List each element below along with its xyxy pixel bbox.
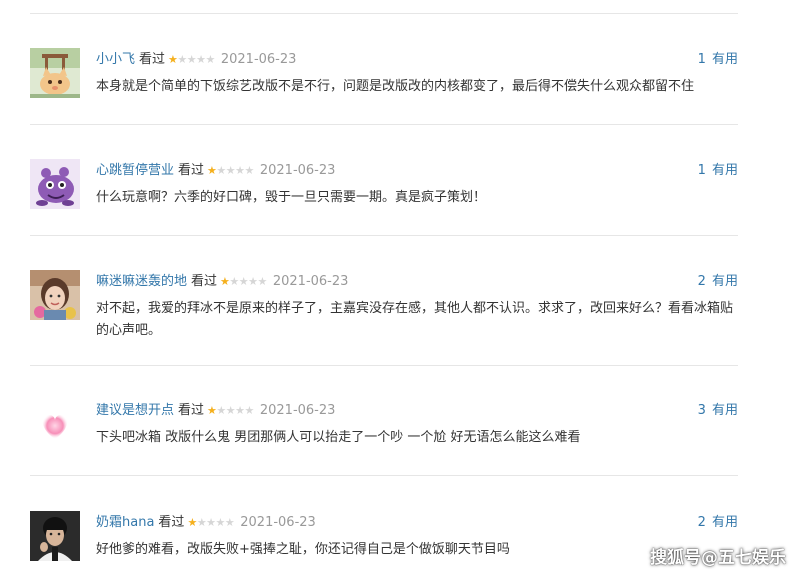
pink-heart-avatar-icon <box>30 399 80 449</box>
useful-button[interactable]: 有用 <box>712 163 738 178</box>
username-link[interactable]: 奶霜hana <box>96 515 154 530</box>
review-divider <box>30 124 738 125</box>
review-divider <box>30 235 738 236</box>
star-filled-icon: ★ <box>207 164 217 177</box>
review-date: 2021-06-23 <box>259 163 336 178</box>
rating-stars: ★★★★★ <box>207 402 254 420</box>
watched-status: 看过 <box>191 274 218 289</box>
useful-button[interactable]: 有用 <box>712 274 738 289</box>
review-meta: 小小飞 看过 ★★★★★ 2021-06-23 <box>96 51 296 69</box>
useful-count: 2 <box>697 274 706 289</box>
review-item: 建议是想开点 看过 ★★★★★ 2021-06-23 3 有用 下头吧冰箱 改版什么鬼… <box>30 399 738 476</box>
rating-stars: ★★★★★ <box>168 51 215 69</box>
user-avatar[interactable] <box>30 511 80 561</box>
user-avatar[interactable] <box>30 270 80 320</box>
username-link[interactable]: 建议是想开点 <box>96 403 174 418</box>
useful-button[interactable]: 有用 <box>712 52 738 67</box>
review-date: 2021-06-23 <box>259 403 336 418</box>
rating-stars: ★★★★★ <box>187 514 234 532</box>
review-item: 嘛迷嘛迷轰的地 看过 ★★★★★ 2021-06-23 2 有用 对不起，我爱的拜冰不… <box>30 270 738 366</box>
star-empty-icon: ★★★★ <box>196 516 235 529</box>
user-avatar[interactable] <box>30 159 80 209</box>
watermark-text: 搜狐号@五七娱乐 <box>650 548 786 568</box>
man-photo-avatar-icon <box>30 511 80 561</box>
star-filled-icon: ★ <box>187 516 197 529</box>
review-divider <box>30 365 738 366</box>
cat-avatar-icon <box>30 48 80 98</box>
rating-stars: ★★★★★ <box>207 162 254 180</box>
watched-status: 看过 <box>139 52 166 67</box>
review-meta: 心跳暂停营业 看过 ★★★★★ 2021-06-23 <box>96 162 335 180</box>
star-empty-icon: ★★★★ <box>216 164 254 177</box>
review-date: 2021-06-23 <box>220 52 297 67</box>
review-item: 奶霜hana 看过 ★★★★★ 2021-06-23 2 有用 好他爹的难看，改版失败… <box>30 511 738 574</box>
review-content: 什么玩意啊？六季的好口碑，毁于一旦只需要一期。真是疯子策划！ <box>96 190 487 205</box>
review-content: 本身就是个简单的下饭综艺改版不是不行，问题是改版改的内核都变了，最后得不偿失什么… <box>96 79 695 94</box>
useful-vote: 1 有用 <box>698 51 738 69</box>
top-divider <box>30 13 738 14</box>
useful-count: 1 <box>697 52 706 67</box>
useful-button[interactable]: 有用 <box>712 403 738 418</box>
star-filled-icon: ★ <box>168 53 178 66</box>
star-empty-icon: ★★★★ <box>216 404 254 417</box>
star-empty-icon: ★★★★ <box>177 53 215 66</box>
useful-vote: 2 有用 <box>698 514 738 532</box>
review-date: 2021-06-23 <box>240 515 316 530</box>
useful-count: 2 <box>697 515 706 530</box>
girl-photo-avatar-icon <box>30 270 80 320</box>
watched-status: 看过 <box>158 515 185 530</box>
useful-count: 3 <box>697 403 706 418</box>
purple-monster-avatar-icon <box>30 159 80 209</box>
user-avatar[interactable] <box>30 48 80 98</box>
watched-status: 看过 <box>178 163 205 178</box>
star-filled-icon: ★ <box>207 404 217 417</box>
review-item: 小小飞 看过 ★★★★★ 2021-06-23 1 有用 本身就是个简单的下饭综艺改版… <box>30 48 738 125</box>
review-item: 心跳暂停营业 看过 ★★★★★ 2021-06-23 1 有用 什么玩意啊？六季的好口… <box>30 159 738 236</box>
username-link[interactable]: 心跳暂停营业 <box>96 163 174 178</box>
star-filled-icon: ★ <box>220 275 230 288</box>
review-content: 好他爹的难看，改版失败+强捧之耻，你还记得自己是个做饭聊天节目吗 <box>96 542 510 557</box>
review-divider <box>30 475 738 476</box>
useful-vote: 3 有用 <box>698 402 738 420</box>
username-link[interactable]: 小小飞 <box>96 52 135 67</box>
review-meta: 奶霜hana 看过 ★★★★★ 2021-06-23 <box>96 514 316 532</box>
watched-status: 看过 <box>178 403 205 418</box>
review-date: 2021-06-23 <box>272 274 349 289</box>
review-content: 下头吧冰箱 改版什么鬼 男团那俩人可以抬走了一个吵 一个尬 好无语怎么能这么难看 <box>96 430 581 445</box>
useful-button[interactable]: 有用 <box>712 515 738 530</box>
useful-vote: 2 有用 <box>698 273 738 291</box>
user-avatar[interactable] <box>30 399 80 449</box>
username-link[interactable]: 嘛迷嘛迷轰的地 <box>96 274 187 289</box>
useful-vote: 1 有用 <box>698 162 738 180</box>
review-meta: 嘛迷嘛迷轰的地 看过 ★★★★★ 2021-06-23 <box>96 273 348 291</box>
useful-count: 1 <box>697 163 706 178</box>
review-meta: 建议是想开点 看过 ★★★★★ 2021-06-23 <box>96 402 335 420</box>
rating-stars: ★★★★★ <box>220 273 267 291</box>
review-content: 对不起，我爱的拜冰不是原来的样子了，主嘉宾没存在感，其他人都不认识。求求了，改回… <box>96 301 734 338</box>
star-empty-icon: ★★★★ <box>229 275 267 288</box>
